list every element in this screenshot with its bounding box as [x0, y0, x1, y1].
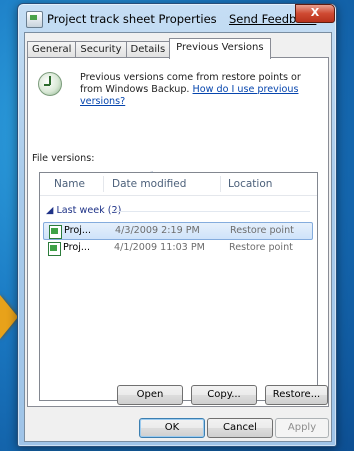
- expand-triangle-icon[interactable]: ◢: [46, 205, 53, 216]
- row-name: Proj...: [63, 242, 91, 253]
- close-button[interactable]: X: [295, 4, 335, 23]
- list-header: ˅ Name Date modified Location: [40, 171, 317, 196]
- open-button[interactable]: Open: [117, 385, 183, 405]
- column-divider[interactable]: [103, 176, 104, 192]
- column-location[interactable]: Location: [228, 178, 272, 190]
- restore-button[interactable]: Restore...: [265, 385, 328, 405]
- desktop-arrow-decoration: [0, 295, 18, 339]
- properties-dialog: Project track sheet Properties Send Feed…: [17, 3, 337, 447]
- cancel-button[interactable]: Cancel: [207, 418, 273, 438]
- file-versions-label: File versions:: [32, 153, 95, 164]
- row-location: Restore point: [230, 225, 294, 236]
- tab-previous-versions[interactable]: Previous Versions: [169, 38, 271, 59]
- tab-details[interactable]: Details: [125, 41, 171, 58]
- spreadsheet-icon: [49, 225, 62, 239]
- row-date: 4/1/2009 11:03 PM: [114, 242, 205, 253]
- tab-strip: General Security Details Previous Versio…: [27, 38, 271, 59]
- previous-versions-panel: Previous versions come from restore poin…: [27, 57, 329, 407]
- file-icon: [26, 11, 43, 28]
- column-date-modified[interactable]: Date modified: [112, 178, 186, 190]
- group-divider: [112, 211, 310, 212]
- ok-button[interactable]: OK: [139, 418, 205, 438]
- apply-button[interactable]: Apply: [275, 418, 329, 438]
- window-title: Project track sheet Properties: [47, 12, 217, 26]
- restore-clock-icon: [38, 72, 62, 96]
- tab-security[interactable]: Security: [75, 41, 127, 58]
- title-bar[interactable]: Project track sheet Properties Send Feed…: [18, 4, 336, 32]
- group-header-last-week[interactable]: ◢ Last week (2): [46, 205, 121, 216]
- dialog-client-area: General Security Details Previous Versio…: [24, 32, 332, 442]
- table-row[interactable]: Proj... 4/1/2009 11:03 PM Restore point: [43, 240, 311, 256]
- table-row[interactable]: Proj... 4/3/2009 2:19 PM Restore point: [43, 222, 313, 240]
- column-divider[interactable]: [220, 176, 221, 192]
- spreadsheet-icon: [48, 242, 61, 256]
- column-name[interactable]: Name: [54, 178, 85, 190]
- row-date: 4/3/2009 2:19 PM: [115, 225, 200, 236]
- row-name: Proj...: [64, 225, 92, 236]
- file-versions-list[interactable]: ˅ Name Date modified Location ◢ Last wee…: [39, 171, 318, 401]
- tab-general[interactable]: General: [27, 41, 77, 58]
- info-text: Previous versions come from restore poin…: [80, 72, 320, 108]
- row-location: Restore point: [229, 242, 293, 253]
- copy-button[interactable]: Copy...: [191, 385, 257, 405]
